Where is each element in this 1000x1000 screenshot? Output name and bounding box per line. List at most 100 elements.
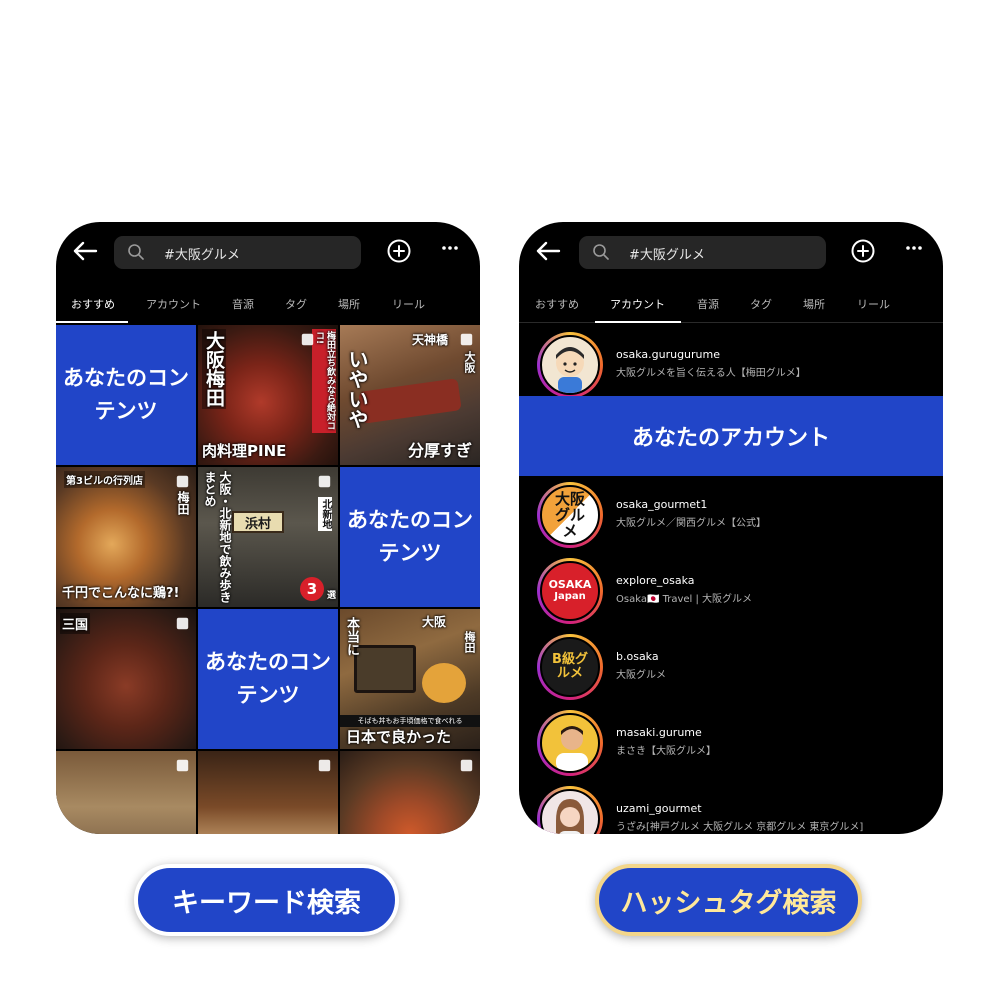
search-icon	[593, 244, 609, 260]
active-tab-indicator	[56, 321, 128, 323]
tile-side-text: 梅田立ち飲みなら絶対ココ!	[312, 329, 336, 433]
tab-recommended[interactable]: おすすめ	[71, 296, 115, 312]
tile-bottom-text: 分厚すぎ	[407, 441, 472, 460]
count-badge-suffix: 選	[326, 591, 336, 601]
account-row[interactable]: osaka.gurugurume 大阪グルメを旨く伝える人【梅田グルメ】	[519, 328, 943, 402]
search-query: #大阪グルメ	[164, 248, 240, 263]
account-username: masaki.gurume	[616, 726, 702, 739]
avatar-text: B級グルメ	[540, 637, 600, 697]
tile-vertical-text: 本当に	[344, 617, 359, 656]
account-row[interactable]: 大阪グルメ osaka_gourmet1 大阪グルメ／関西グルメ【公式】	[519, 478, 943, 552]
tab-places[interactable]: 場所	[338, 296, 360, 312]
story-ring: 大阪グルメ	[537, 482, 603, 548]
story-ring: B級グルメ	[537, 634, 603, 700]
tile-top-text: 大阪	[422, 615, 447, 629]
more-options-icon[interactable]	[441, 245, 459, 251]
tab-audio[interactable]: 音源	[697, 296, 719, 312]
search-input[interactable]: #大阪グルメ	[114, 236, 361, 269]
tab-accounts[interactable]: アカウント	[146, 296, 201, 312]
multiple-posts-icon	[318, 475, 331, 488]
avatar-text: 大阪グルメ	[540, 485, 600, 545]
tile-vertical-text: 大阪・北新地で飲み歩きまとめ	[203, 471, 232, 603]
tab-divider	[519, 322, 943, 323]
post-tile-soba[interactable]: 大阪 梅田 本当に そばも丼もお手頃価格で食べれる 日本で良かった	[340, 609, 480, 749]
post-tile-food-3[interactable]	[340, 751, 480, 834]
multiple-posts-icon	[460, 759, 473, 772]
post-tile-hamamura[interactable]: 浜村 大阪・北新地で飲み歩きまとめ 北新地 3 選	[198, 467, 338, 607]
tab-bar: おすすめ アカウント 音源 タグ 場所 リール	[56, 286, 480, 324]
plus-circle-icon[interactable]	[851, 239, 875, 263]
account-bio: 大阪グルメ	[616, 670, 666, 681]
cartoon-face-icon	[540, 335, 600, 395]
your-account-banner[interactable]: あなたのアカウント	[519, 396, 943, 476]
your-content-tile[interactable]: あなたのコンテンツ	[56, 325, 196, 465]
story-ring	[537, 786, 603, 834]
more-options-icon[interactable]	[905, 245, 923, 251]
multiple-posts-icon	[460, 333, 473, 346]
multiple-posts-icon	[176, 475, 189, 488]
post-tile-oyakodon[interactable]: 第3ビルの行列店 梅田 千円でこんなに鶏?!	[56, 467, 196, 607]
person-photo-icon	[540, 713, 600, 773]
post-tile-tenjinbashi[interactable]: 天神橋 大阪 いやいや 分厚すぎ	[340, 325, 480, 465]
tile-vertical-text: いやいや	[345, 349, 369, 429]
tile-side-text: 北新地	[318, 497, 332, 531]
keyword-search-label: キーワード検索	[134, 864, 399, 936]
search-icon	[128, 244, 144, 260]
avatar-text-bottom: Japan	[554, 591, 586, 602]
back-arrow-icon[interactable]	[535, 240, 561, 262]
tile-big-text: 大阪梅田	[202, 329, 226, 409]
account-row[interactable]: B級グルメ b.osaka 大阪グルメ	[519, 630, 943, 704]
count-badge: 3	[300, 577, 324, 601]
account-row[interactable]: OSAKA Japan explore_osaka Osaka🇯🇵 Travel…	[519, 554, 943, 628]
shop-sign-text: 浜村	[244, 517, 271, 532]
soba-image	[354, 645, 416, 693]
account-row[interactable]: uzami_gourmet うざみ[神戸グルメ 大阪グルメ 京都グルメ 東京グル…	[519, 782, 943, 834]
post-tile-mikuni[interactable]: 三国	[56, 609, 196, 749]
tab-reels[interactable]: リール	[857, 296, 890, 312]
avatar-text-top: OSAKA	[548, 578, 592, 591]
tile-bottom-text: 日本で良かった	[346, 728, 452, 746]
post-tile-food-2[interactable]	[198, 751, 338, 834]
back-arrow-icon[interactable]	[72, 240, 98, 262]
story-ring: OSAKA Japan	[537, 558, 603, 624]
account-bio: うざみ[神戸グルメ 大阪グルメ 京都グルメ 東京グルメ]	[616, 822, 864, 833]
story-ring	[537, 710, 603, 776]
tab-tags[interactable]: タグ	[285, 296, 307, 312]
account-username: uzami_gourmet	[616, 802, 702, 815]
tab-bar: おすすめ アカウント 音源 タグ 場所 リール	[519, 286, 943, 324]
tab-places[interactable]: 場所	[803, 296, 825, 312]
tile-top-text: 三国	[60, 613, 91, 634]
tile-top-text: 第3ビルの行列店	[64, 471, 145, 488]
top-bar: #大阪グルメ	[56, 222, 480, 282]
your-content-tile[interactable]: あなたのコンテンツ	[198, 609, 338, 749]
tile-side-text: 梅田	[463, 631, 476, 653]
katsudon-image	[422, 663, 466, 703]
hashtag-search-label: ハッシュタグ検索	[595, 864, 862, 936]
multiple-posts-icon	[318, 759, 331, 772]
post-tile-pine[interactable]: 大阪梅田 梅田立ち飲みなら絶対ココ! 肉料理PINE	[198, 325, 338, 465]
account-bio: 大阪グルメ／関西グルメ【公式】	[616, 518, 766, 529]
account-username: osaka_gourmet1	[616, 498, 708, 511]
search-query: #大阪グルメ	[629, 248, 705, 263]
multiple-posts-icon	[176, 759, 189, 772]
search-input[interactable]: #大阪グルメ	[579, 236, 826, 269]
results-grid: あなたのコンテンツ 大阪梅田 梅田立ち飲みなら絶対ココ! 肉料理PINE 天神橋…	[56, 325, 480, 834]
tab-reels[interactable]: リール	[392, 296, 425, 312]
phone-hashtag-search: #大阪グルメ おすすめ アカウント 音源 タグ 場所 リール osaka.gur…	[519, 222, 943, 834]
tab-recommended[interactable]: おすすめ	[535, 296, 579, 312]
tab-accounts[interactable]: アカウント	[610, 296, 665, 312]
account-username: explore_osaka	[616, 574, 695, 587]
tab-audio[interactable]: 音源	[232, 296, 254, 312]
multiple-posts-icon	[176, 617, 189, 630]
top-bar: #大阪グルメ	[519, 222, 943, 282]
tile-bottom-text: 千円でこんなに鶏?!	[62, 586, 180, 601]
your-content-tile[interactable]: あなたのコンテンツ	[340, 467, 480, 607]
tile-top-text: 天神橋	[412, 333, 449, 347]
tab-tags[interactable]: タグ	[750, 296, 772, 312]
story-ring	[537, 332, 603, 398]
plus-circle-icon[interactable]	[387, 239, 411, 263]
account-row[interactable]: masaki.gurume まさき【大阪グルメ】	[519, 706, 943, 780]
post-tile-food-1[interactable]	[56, 751, 196, 834]
avatar-logo: OSAKA Japan	[540, 561, 600, 621]
steak-image	[358, 378, 462, 424]
